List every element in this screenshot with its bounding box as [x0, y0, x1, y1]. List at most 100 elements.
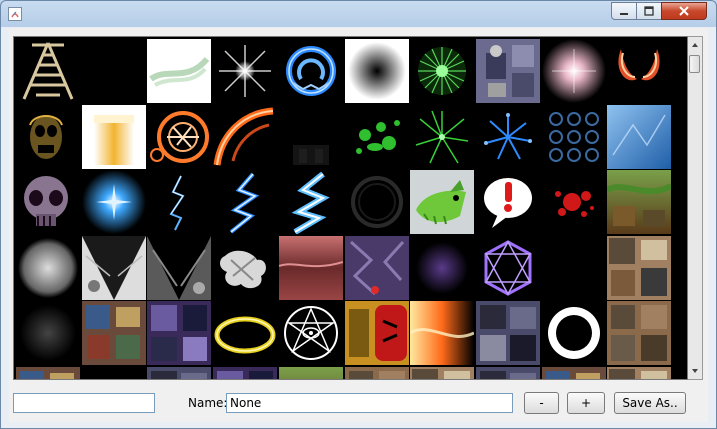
thumbnail-row-partial[interactable]: [410, 366, 475, 379]
thumbnail-dark-ring[interactable]: [345, 170, 409, 234]
thumbnail-green-burst[interactable]: [410, 39, 474, 103]
title-bar[interactable]: [1, 1, 716, 27]
rock-wedge-light-icon: [81, 235, 146, 300]
save-as-button[interactable]: Save As..: [614, 392, 686, 414]
thumbnail-blue-rings[interactable]: [542, 105, 606, 169]
fire-arc-icon: [213, 107, 274, 166]
thumbnail-rope-ladder[interactable]: [16, 39, 80, 103]
thumbnail-row-partial[interactable]: [213, 366, 278, 379]
thumbnail-purple-hexagram[interactable]: [476, 236, 540, 300]
castle-tiles-icon: [475, 301, 540, 365]
exclamation-bubble-icon: [483, 178, 532, 228]
thumbnail-green-firework[interactable]: [410, 105, 474, 169]
thumbnail-castle-tiles[interactable]: [475, 301, 540, 365]
thumbnail-empty[interactable]: [542, 236, 606, 300]
character-sprite-icon: [475, 39, 540, 103]
thumbnail-lightning-bright[interactable]: [279, 170, 343, 234]
thumbnail-pink-flare[interactable]: [541, 39, 606, 103]
beer-glass-icon: [81, 104, 146, 169]
thumbnail-purple-tiles[interactable]: [147, 301, 212, 365]
thumbnail-row-partial[interactable]: [147, 366, 212, 379]
thumbnail-blue-rune-ring[interactable]: [279, 39, 343, 103]
thumbnail-row-partial[interactable]: [475, 366, 540, 379]
thumbnail-white-smoke[interactable]: [213, 236, 277, 300]
thumbnail-tile-sheet[interactable]: [607, 235, 672, 300]
vertical-scrollbar[interactable]: [688, 36, 703, 380]
thumbnail-radial-gradient[interactable]: [344, 39, 409, 103]
zoom-in-button[interactable]: +: [567, 392, 605, 414]
thumbnail-lightning-small[interactable]: [147, 170, 211, 234]
purple-cave-icon: [344, 235, 409, 300]
thumbnail-purple-skull[interactable]: [16, 170, 80, 234]
orange-rune-circle-icon: [150, 110, 210, 163]
thumbnail-row-partial[interactable]: [278, 366, 343, 379]
thumbnail-black-hole[interactable]: [542, 301, 606, 365]
ice-texture-icon: [607, 104, 672, 169]
thumbnail-beer-glass[interactable]: [81, 104, 146, 169]
pink-flare-icon: [541, 39, 606, 103]
zoom-out-button[interactable]: -: [524, 392, 559, 414]
purple-skull-icon: [24, 176, 68, 226]
thumbnail-red-splatter[interactable]: [542, 170, 606, 234]
purple-tiles-icon: [213, 366, 278, 379]
thumbnail-rock-wedge-light[interactable]: [81, 235, 146, 300]
thumbnail-green-creature[interactable]: [410, 170, 475, 234]
thumbnail-lightning-blue[interactable]: [213, 170, 277, 234]
thumbnail-dark-pillar[interactable]: [279, 105, 343, 169]
thumbnail-red-rock-texture[interactable]: [278, 235, 343, 300]
thumbnail-dark-smoke[interactable]: [16, 301, 80, 365]
close-icon: [679, 6, 689, 16]
blue-energy-ball-icon: [81, 170, 146, 234]
thumbnail-temple-tiles[interactable]: [81, 301, 146, 365]
thumbnail-empty[interactable]: [82, 39, 146, 103]
thumbnail-ice-texture[interactable]: [607, 104, 672, 169]
thumbnail-eye-pentagram[interactable]: [279, 301, 343, 365]
thumbnail-orange-rune-circle[interactable]: [147, 105, 211, 169]
thumbnail-character-sprite[interactable]: [475, 39, 540, 103]
blue-rune-ring-icon: [285, 46, 336, 96]
white-flare-icon: [219, 45, 272, 97]
thumbnail-green-splatter[interactable]: [345, 105, 409, 169]
purple-tiles-icon: [147, 301, 212, 365]
thumbnail-blue-particles[interactable]: [476, 105, 540, 169]
thumbnail-blue-energy-ball[interactable]: [81, 170, 146, 234]
thumbnail-yellow-ring[interactable]: [213, 301, 277, 365]
thumbnail-red-face-panel[interactable]: [344, 301, 409, 365]
scroll-up-button[interactable]: [688, 37, 702, 53]
name-field[interactable]: [226, 393, 513, 413]
search-field[interactable]: [13, 393, 155, 413]
lightning-blue-icon: [229, 172, 260, 234]
thumbnail-rock-wedge-dark[interactable]: [147, 235, 212, 300]
thumbnail-row-partial[interactable]: [541, 366, 606, 379]
green-wisp-icon: [147, 39, 212, 103]
thumbnail-white-flare[interactable]: [213, 39, 277, 103]
name-label: Name:: [188, 396, 228, 410]
texture-gallery[interactable]: [13, 36, 688, 380]
minimize-button[interactable]: [611, 2, 637, 20]
thumbnail-white-glow[interactable]: [16, 236, 80, 300]
thumbnail-exclamation-bubble[interactable]: [476, 170, 540, 234]
thumbnail-row-partial[interactable]: [16, 366, 80, 379]
thumbnail-purple-cave[interactable]: [344, 235, 409, 300]
thumbnail-wood-tiles[interactable]: [607, 301, 672, 365]
thumbnail-fire-streak[interactable]: [410, 301, 475, 365]
thumbnail-jungle-tiles[interactable]: [607, 170, 672, 234]
thumbnail-yellow-skull[interactable]: [16, 105, 80, 169]
thumbnail-row-partial[interactable]: [82, 367, 146, 381]
thumbnail-green-wisp[interactable]: [147, 39, 212, 103]
thumbnail-fire-arc[interactable]: [213, 105, 277, 169]
thumbnail-purple-orb[interactable]: [410, 236, 474, 300]
thumbnail-red-claws[interactable]: [607, 39, 671, 103]
thumbnail-row-partial[interactable]: [344, 366, 409, 379]
scroll-thumb[interactable]: [689, 55, 700, 73]
java-app-icon[interactable]: [8, 7, 22, 21]
close-button[interactable]: [661, 2, 707, 20]
thumbnail-row-partial[interactable]: [607, 366, 672, 379]
client-area: Name: - + Save As..: [9, 28, 708, 422]
maximize-button[interactable]: [636, 2, 662, 20]
minimize-icon: [620, 13, 628, 15]
scroll-down-button[interactable]: [688, 363, 702, 379]
empty-icon: [82, 367, 146, 381]
green-burst-icon: [418, 47, 467, 95]
wood-tiles-icon: [344, 366, 409, 379]
